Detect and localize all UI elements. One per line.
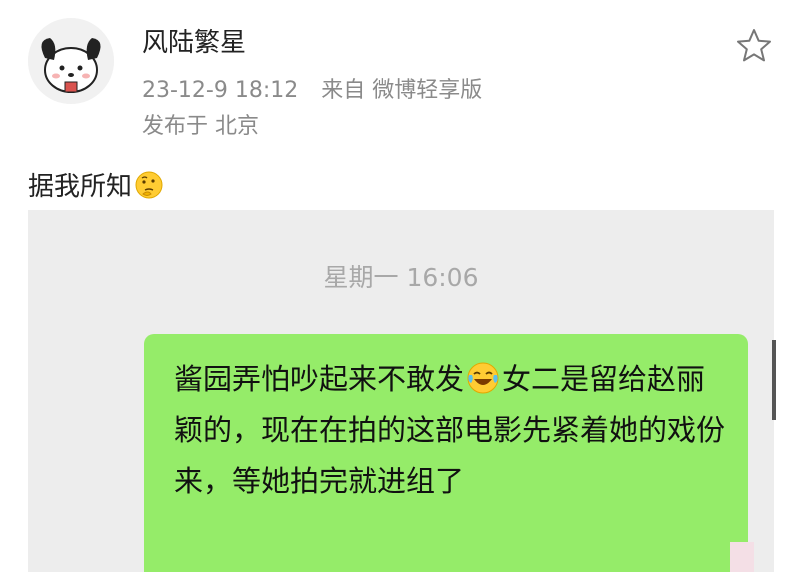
chat-message-part1: 酱园弄怕吵起来不敢发 xyxy=(174,362,465,396)
chat-timestamp: 星期一 16:06 xyxy=(323,263,479,292)
author-name[interactable]: 风陆繁星 xyxy=(142,22,246,59)
star-outline-icon xyxy=(737,29,771,62)
chat-message-text: 酱园弄怕吵起来不敢发 女二是留给赵丽颖的，现在在拍的这部电影先紧着她的戏份来，等… xyxy=(174,354,734,507)
post-text-content: 据我所知 xyxy=(28,172,133,202)
avatar[interactable] xyxy=(28,18,114,104)
laughing-tears-icon xyxy=(467,362,499,394)
post-text: 据我所知 xyxy=(28,166,164,203)
post-meta: 23-12-9 18:12 来自 微博轻享版 xyxy=(142,72,498,104)
post-location: 发布于 北京 xyxy=(142,114,259,139)
edge-divider xyxy=(772,340,776,420)
chat-screenshot: 星期一 16:06 酱园弄怕吵起来不敢发 女二是留给赵丽颖的，现在在拍的这部电影… xyxy=(28,210,774,572)
thinking-face-icon xyxy=(135,171,163,198)
favorite-button[interactable] xyxy=(734,26,774,66)
chat-message-bubble: 酱园弄怕吵起来不敢发 女二是留给赵丽颖的，现在在拍的这部电影先紧着她的戏份来，等… xyxy=(144,334,748,572)
cartoon-dog-avatar-icon xyxy=(28,18,114,104)
edge-decoration xyxy=(730,542,754,572)
post-timestamp: 23-12-9 18:12 xyxy=(142,78,299,103)
post-source: 来自 微博轻享版 xyxy=(321,78,483,103)
